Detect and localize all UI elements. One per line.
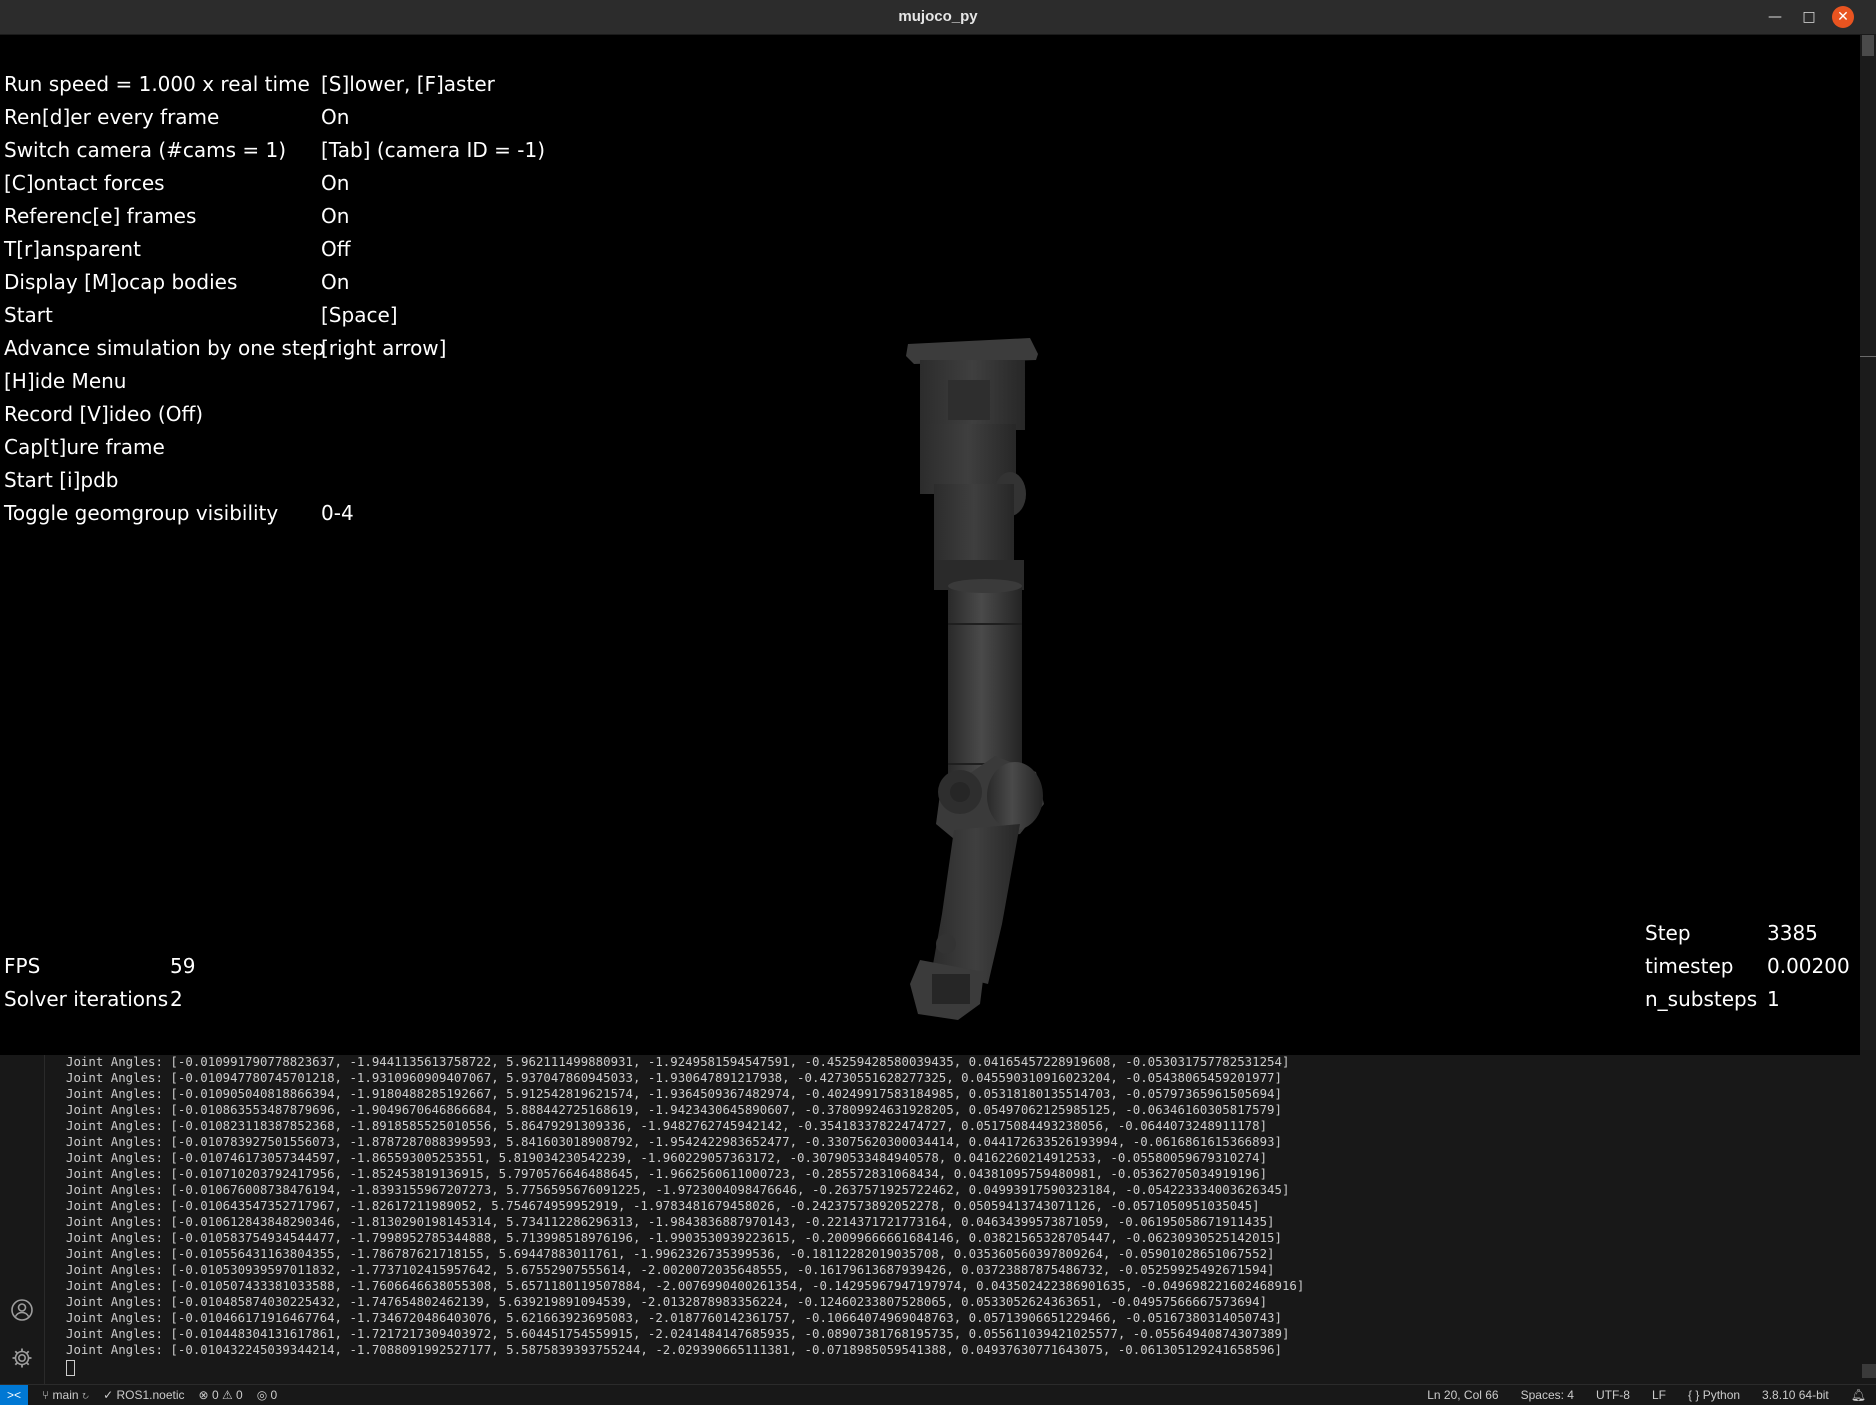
solver-iterations-label: Solver iterations [4,987,169,1011]
status-bar: >< ⑂ main ↻ ✓ ROS1.noetic ⊗ 0 ⚠ 0 ◎ 0 Ln… [0,1384,1876,1405]
step-label: Step [1645,921,1691,945]
timestep-value: 0.00200 [1767,954,1850,978]
close-icon[interactable]: ✕ [1832,6,1854,28]
editor-scrollbar[interactable] [1860,34,1876,1050]
menu-value: On [321,105,350,129]
mujoco-window: Run speed = 1.000 x real time [S]lower, [… [0,0,1876,1055]
step-value: 3385 [1767,921,1818,945]
activity-bar [0,1050,45,1384]
simulation-viewport[interactable]: Run speed = 1.000 x real time [S]lower, [… [0,34,1860,1055]
python-interpreter[interactable]: 3.8.10 64-bit [1762,1388,1829,1402]
fps-value: 59 [170,954,196,978]
menu-value: [Tab] (camera ID = -1) [321,138,546,162]
notifications-bell-icon[interactable]: 🔔︎ [1851,1388,1866,1402]
timestep-label: timestep [1645,954,1734,978]
terminal-line: Joint Angles: [-0.010466171916467764, -1… [66,1310,1282,1325]
menu-key: [H]ide Menu [4,369,127,393]
problems-status[interactable]: ⊗ 0 ⚠ 0 [199,1388,243,1402]
menu-key: T[r]ansparent [4,237,141,261]
manage-gear-icon[interactable] [10,1346,34,1370]
end-of-line[interactable]: LF [1652,1388,1666,1402]
terminal-cursor [66,1360,75,1376]
terminal-line: Joint Angles: [-0.010676008738476194, -1… [66,1182,1290,1197]
terminal-line: Joint Angles: [-0.010612843848290346, -1… [66,1214,1275,1229]
terminal-line: Joint Angles: [-0.010556431163804355, -1… [66,1246,1275,1261]
menu-key: Display [M]ocap bodies [4,270,238,294]
scrollbar-marker [1860,356,1876,357]
terminal-line: Joint Angles: [-0.010432245039344214, -1… [66,1342,1282,1357]
ports-status[interactable]: ◎ 0 [257,1388,278,1402]
terminal-line: Joint Angles: [-0.010905040818866394, -1… [66,1086,1282,1101]
menu-key: Start [i]pdb [4,468,119,492]
menu-key: Referenc[e] frames [4,204,197,228]
terminal-line: Joint Angles: [-0.010507433381033588, -1… [66,1278,1305,1293]
menu-key: Cap[t]ure frame [4,435,165,459]
terminal-line: Joint Angles: [-0.010947780745701218, -1… [66,1070,1282,1085]
menu-value: Off [321,237,351,261]
menu-value: 0-4 [321,501,354,525]
minimize-icon[interactable]: — [1764,6,1786,28]
fps-label: FPS [4,954,41,978]
menu-value: On [321,171,350,195]
n-substeps-value: 1 [1767,987,1780,1011]
terminal-prompt[interactable] [66,1358,1856,1376]
robot-arm-render [906,338,1044,1020]
menu-value: On [321,270,350,294]
terminal-line: Joint Angles: [-0.010746173057344597, -1… [66,1150,1268,1165]
menu-key: Switch camera (#cams = 1) [4,138,287,162]
menu-value: [Space] [321,303,398,327]
terminal-line: Joint Angles: [-0.010991790778823637, -1… [66,1054,1290,1069]
menu-key: Start [4,303,53,327]
menu-value: On [321,204,350,228]
terminal-scroll-corner[interactable] [1862,1364,1876,1378]
terminal-line: Joint Angles: [-0.010643547352717967, -1… [66,1198,1260,1213]
n-substeps-label: n_substeps [1645,987,1758,1011]
remote-indicator-icon[interactable]: >< [0,1385,28,1405]
cursor-position[interactable]: Ln 20, Col 66 [1427,1388,1498,1402]
menu-value: [right arrow] [321,336,447,360]
language-mode[interactable]: { } Python [1688,1388,1740,1402]
menu-key: Run speed = 1.000 x real time [4,72,310,96]
terminal-line: Joint Angles: [-0.010710203792417956, -1… [66,1166,1268,1181]
encoding[interactable]: UTF-8 [1596,1388,1630,1402]
terminal-line: Joint Angles: [-0.010530939597011832, -1… [66,1262,1275,1277]
scrollbar-thumb[interactable] [1862,34,1874,56]
account-icon[interactable] [10,1298,34,1322]
window-title: mujoco_py [898,8,978,25]
menu-key: [C]ontact forces [4,171,165,195]
menu-key: Record [V]ideo (Off) [4,402,204,426]
maximize-icon[interactable]: □ [1798,6,1820,28]
ros-status[interactable]: ✓ ROS1.noetic [103,1388,184,1402]
menu-key: Ren[d]er every frame [4,105,220,129]
window-titlebar[interactable]: mujoco_py — □ ✕ [0,0,1876,35]
menu-key: Toggle geomgroup visibility [4,501,279,525]
terminal-line: Joint Angles: [-0.010863553487879696, -1… [66,1102,1282,1117]
terminal-line: Joint Angles: [-0.010583754934544477, -1… [66,1230,1282,1245]
terminal-line: Joint Angles: [-0.010823118387852368, -1… [66,1118,1268,1133]
solver-iterations-value: 2 [170,987,183,1011]
terminal-output[interactable]: Joint Angles: [-0.010991790778823637, -1… [66,1054,1856,1384]
indentation[interactable]: Spaces: 4 [1521,1388,1574,1402]
menu-value: [S]lower, [F]aster [321,72,495,96]
terminal-line: Joint Angles: [-0.010783927501556073, -1… [66,1134,1282,1149]
terminal-line: Joint Angles: [-0.010485874030225432, -1… [66,1294,1268,1309]
menu-key: Advance simulation by one step [4,336,325,360]
terminal-line: Joint Angles: [-0.010448304131617861, -1… [66,1326,1290,1341]
branch-status[interactable]: ⑂ main ↻ [42,1388,89,1402]
